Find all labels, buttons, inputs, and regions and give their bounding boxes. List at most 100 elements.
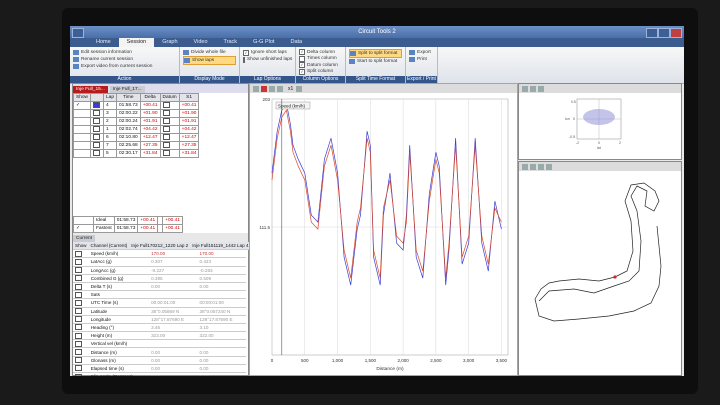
lap-row[interactable]: 1 02:02.74 +04.42 +04.42 xyxy=(73,125,200,134)
lap-show-checkbox[interactable] xyxy=(73,109,91,118)
tool-icon[interactable] xyxy=(522,163,528,170)
tool-icon[interactable] xyxy=(538,85,544,92)
ignore-short-laps-checkbox[interactable]: ✓ Ignore short laps xyxy=(243,49,292,56)
channel-show-checkbox[interactable] xyxy=(73,250,89,259)
channel-row[interactable]: Vertical vel (km/h) xyxy=(73,339,246,349)
gg-plot[interactable]: 0.5 0 -0.5 -2 0 2 lat lon xyxy=(519,93,681,157)
menu-data[interactable]: Data xyxy=(282,38,310,47)
tool-icon[interactable] xyxy=(546,163,552,170)
divide-whole-file-button[interactable]: Divide whole file xyxy=(183,49,236,56)
step-back-icon[interactable] xyxy=(269,85,275,92)
channel-show-checkbox[interactable] xyxy=(73,323,89,333)
lap-show-checkbox[interactable]: ✓ xyxy=(73,101,91,110)
tool-icon[interactable] xyxy=(530,163,536,170)
channel-row[interactable]: UTC Time (s) 00:00:01:00 00:00:01:00 xyxy=(73,298,246,308)
edit-session-button[interactable]: Edit session information xyxy=(73,49,176,56)
channel-show-checkbox[interactable] xyxy=(73,372,89,376)
export-icon xyxy=(409,50,415,55)
lap-row[interactable]: ✓ 4 01:58.73 +00.41 +00.41 xyxy=(73,101,200,110)
zoom-icon[interactable] xyxy=(296,85,303,92)
channel-row[interactable]: Latitude 38°0.05869 N 38°0.057240 N xyxy=(73,307,246,316)
lap-datum-checkbox[interactable] xyxy=(159,117,180,126)
lap-datum-checkbox[interactable] xyxy=(159,133,180,142)
channel-show-checkbox[interactable] xyxy=(73,298,89,308)
lap-show-checkbox[interactable] xyxy=(73,141,91,150)
lap-delta: +27.35 xyxy=(139,141,161,150)
menu-session[interactable]: Session xyxy=(118,38,155,47)
tool-icon[interactable] xyxy=(538,163,544,170)
export-video-button[interactable]: Export video from current session xyxy=(73,63,176,70)
channel-row[interactable]: LatAcc (g) 0.307 0.423 xyxy=(73,257,246,267)
menu-video[interactable]: Video xyxy=(186,38,216,47)
channel-show-checkbox[interactable] xyxy=(73,266,89,275)
channel-show-checkbox[interactable] xyxy=(73,339,89,349)
channel-row[interactable]: Distance (m) 0.00 0.00 xyxy=(73,347,246,357)
tool-icon[interactable] xyxy=(522,85,528,92)
channel-show-checkbox[interactable] xyxy=(73,307,89,316)
zoom-level[interactable]: x1 xyxy=(288,86,293,92)
print-button[interactable]: Print xyxy=(409,56,434,63)
stop-icon[interactable] xyxy=(261,85,267,92)
channel-show-checkbox[interactable] xyxy=(73,356,89,365)
channel-row[interactable]: Sats xyxy=(73,290,246,300)
channel-row[interactable]: Speed (km/h) 170.00 170.00 xyxy=(73,250,246,259)
lap-row[interactable]: 5 02:30.17 +31.84 +31.84 xyxy=(73,149,200,158)
channel-row[interactable]: Heading (°) 3.46 3.10 xyxy=(73,323,246,333)
lap-show-checkbox[interactable] xyxy=(73,117,91,126)
lap-row[interactable]: 7 02:25.68 +27.35 +27.35 xyxy=(73,141,200,150)
speed-distance-chart[interactable]: 0 500 1,000 1,500 2,000 2,500 3,000 3,500 203 111… xyxy=(250,93,515,375)
channel-show-checkbox[interactable] xyxy=(73,290,89,300)
channel-show-checkbox[interactable] xyxy=(73,331,89,341)
split-column-checkbox[interactable]: ✓ Split column xyxy=(299,68,342,76)
rename-session-button[interactable]: Rename current session xyxy=(73,56,176,63)
lap-datum-checkbox[interactable] xyxy=(159,125,180,134)
lap-show-checkbox[interactable] xyxy=(73,125,91,134)
close-button[interactable] xyxy=(670,28,682,38)
channel-show-checkbox[interactable] xyxy=(73,364,89,374)
split-to-split-button[interactable]: Split to split format xyxy=(349,49,402,58)
lap-show-checkbox[interactable] xyxy=(73,149,91,158)
app-menu-button[interactable] xyxy=(72,28,84,38)
channel-row[interactable]: Glonass (m) 0.00 0.00 xyxy=(73,356,246,365)
channel-tab-current[interactable]: Current xyxy=(73,235,95,242)
menu-graph[interactable]: Graph xyxy=(154,38,185,47)
start-to-split-button[interactable]: Start to split format xyxy=(349,58,402,65)
channel-show-checkbox[interactable] xyxy=(73,274,89,283)
session-tab-1[interactable]: Inje Full_15... xyxy=(73,86,108,93)
channel-show-checkbox[interactable] xyxy=(73,257,89,267)
play-icon[interactable] xyxy=(253,85,259,92)
menu-track[interactable]: Track xyxy=(216,38,246,47)
minimize-button[interactable] xyxy=(646,28,658,38)
channel-row[interactable]: Height (m) 323.00 322.00 xyxy=(73,331,246,341)
channel-show-checkbox[interactable] xyxy=(73,315,89,324)
export-button[interactable]: Export xyxy=(409,49,434,56)
ribbon-group-label: Column Options xyxy=(296,76,345,83)
show-laps-button[interactable]: Show laps xyxy=(183,56,236,65)
menu-home[interactable]: Home xyxy=(88,38,119,47)
fastest-checkbox[interactable]: ✓ xyxy=(73,224,94,233)
menu-gg-plot[interactable]: G-G Plot xyxy=(245,38,282,47)
track-map[interactable] xyxy=(519,171,681,371)
lap-datum-checkbox[interactable] xyxy=(159,109,180,118)
lap-show-checkbox[interactable] xyxy=(73,133,91,142)
lap-row[interactable]: 3 02:00.22 +01.90 +01.90 xyxy=(73,109,200,118)
channel-row[interactable]: Delta T (s) 0.00 0.00 xyxy=(73,282,246,292)
lap-row[interactable]: 2 02:00.24 +01.91 +01.91 xyxy=(73,117,200,126)
channel-show-checkbox[interactable] xyxy=(73,347,89,357)
channel-row[interactable]: Slip Angle (Degrees)0.000.00 xyxy=(73,372,246,376)
channel-row[interactable]: Elapsed time (s) 0.00 0.00 xyxy=(73,364,246,374)
lap-datum-checkbox[interactable] xyxy=(159,141,180,150)
step-forward-icon[interactable] xyxy=(277,85,283,92)
tool-icon[interactable] xyxy=(530,85,536,92)
ideal-checkbox[interactable] xyxy=(73,216,94,225)
show-unfinished-laps-checkbox[interactable]: Show unfinished laps xyxy=(243,56,292,63)
session-tab-2[interactable]: Inje Full_17... xyxy=(109,86,145,93)
channel-row[interactable]: LongAcc (g) -0.227 -0.283 xyxy=(73,266,246,275)
lap-row[interactable]: 6 02:10.80 +12.47 +12.47 xyxy=(73,133,200,142)
maximize-button[interactable] xyxy=(658,28,670,38)
channel-row[interactable]: Combined G (g) 0.395 0.509 xyxy=(73,274,246,283)
lap-datum-checkbox[interactable] xyxy=(159,101,180,110)
channel-show-checkbox[interactable] xyxy=(73,282,89,292)
channel-row[interactable]: Longitude 128°17.87690 E 128°17.87690 E xyxy=(73,315,246,324)
lap-datum-checkbox[interactable] xyxy=(159,149,180,158)
